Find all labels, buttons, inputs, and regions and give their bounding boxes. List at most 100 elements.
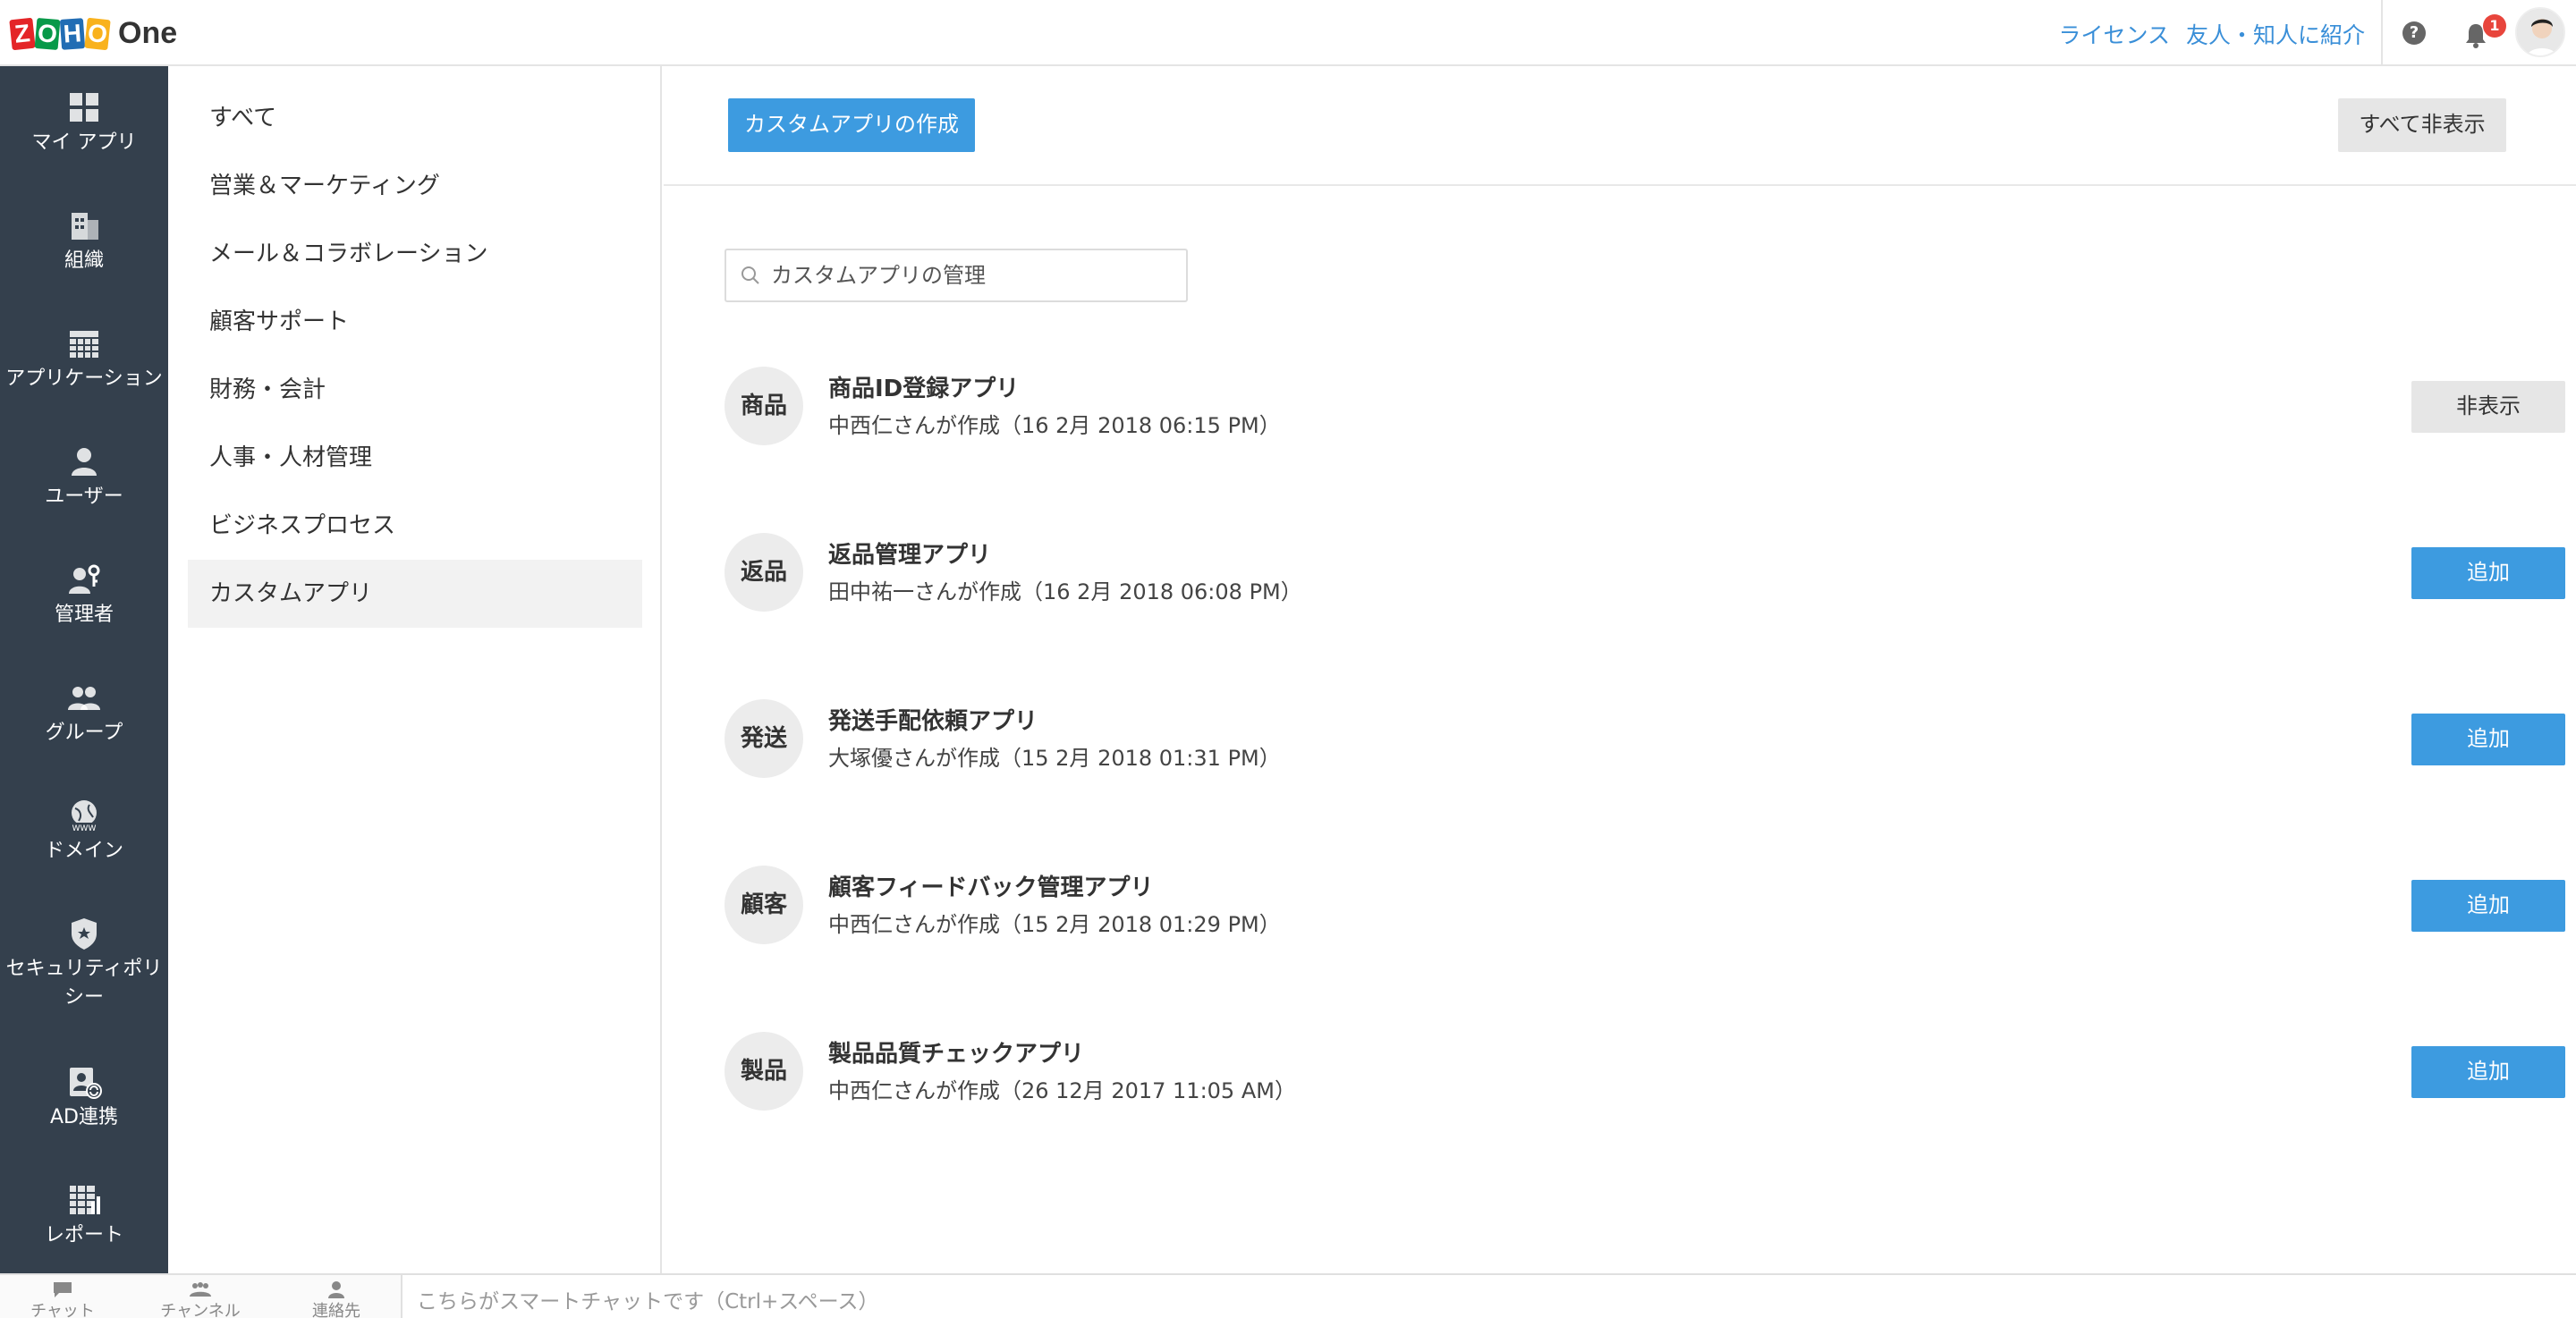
- chat-bar: チャット チャンネル 連絡先 こちらがスマートチャットです（Ctrl+スペース）: [0, 1273, 2576, 1318]
- group-icon: [68, 687, 100, 710]
- hide-all-button[interactable]: すべて非表示: [2338, 98, 2506, 152]
- logo-letter-o2: O: [84, 17, 111, 50]
- add-app-button[interactable]: 追加: [2411, 1046, 2565, 1098]
- channel-tab[interactable]: チャンネル: [147, 1275, 254, 1318]
- app-badge: 製品: [724, 1032, 803, 1111]
- nav-item-admins[interactable]: 管理者: [0, 562, 168, 629]
- svg-text:WWW: WWW: [72, 824, 97, 833]
- nav-label: AD連携: [50, 1106, 118, 1128]
- license-link[interactable]: ライセンス: [2058, 18, 2170, 50]
- nav-label: アプリケーション: [5, 368, 163, 390]
- top-divider: [2381, 0, 2383, 66]
- category-business-process[interactable]: ビジネスプロセス: [188, 492, 642, 560]
- nav-item-applications[interactable]: アプリケーション: [0, 325, 168, 393]
- search-input[interactable]: カスタムアプリの管理: [724, 249, 1188, 302]
- create-custom-app-button[interactable]: カスタムアプリの作成: [728, 98, 975, 152]
- app-name[interactable]: 製品品質チェックアプリ: [828, 1035, 1084, 1069]
- grid-icon: [70, 93, 98, 122]
- report-icon: [70, 1186, 100, 1214]
- app-name[interactable]: 発送手配依頼アプリ: [828, 703, 1038, 736]
- ad-sync-icon: [70, 1068, 102, 1099]
- category-all[interactable]: すべて: [188, 84, 642, 152]
- channel-group-icon: [190, 1282, 211, 1297]
- nav-label: 管理者: [54, 604, 114, 626]
- nav-item-security-policy[interactable]: セキュリティポリシー: [0, 916, 168, 1012]
- nav-label: マイ アプリ: [31, 131, 137, 154]
- main-content: カスタムアプリの作成 すべて非表示 カスタムアプリの管理 商品 商品ID登録アプ…: [664, 66, 2576, 1273]
- nav-item-organization[interactable]: 組織: [0, 207, 168, 275]
- hide-app-button[interactable]: 非表示: [2411, 381, 2565, 433]
- admin-key-icon: [69, 564, 100, 594]
- app-name[interactable]: 返品管理アプリ: [828, 536, 991, 570]
- contacts-tab-label: 連絡先: [312, 1302, 360, 1318]
- category-custom-apps[interactable]: カスタムアプリ: [188, 560, 642, 628]
- globe-www-icon: WWW: [72, 800, 97, 833]
- zoho-one-logo[interactable]: Z O H O One: [9, 16, 178, 51]
- avatar[interactable]: [2515, 7, 2565, 57]
- search-icon: [741, 266, 759, 284]
- category-finance[interactable]: 財務・会計: [188, 356, 642, 424]
- table-icon: [70, 331, 98, 358]
- nav-item-users[interactable]: ユーザー: [0, 444, 168, 511]
- nav-label: セキュリティポリシー: [5, 958, 163, 1009]
- top-links: ライセンス 友人・知人に紹介: [2058, 18, 2365, 50]
- list-item: 返品 返品管理アプリ 田中祐一さんが作成（16 2月 2018 06:08 PM…: [724, 528, 2565, 617]
- logo-letter-o1: O: [34, 17, 61, 50]
- category-panel: すべて 営業＆マーケティング メール＆コラボレーション 顧客サポート 財務・会計…: [168, 66, 662, 1273]
- nav-item-my-apps[interactable]: マイ アプリ: [0, 89, 168, 157]
- nav-label: 組織: [64, 249, 104, 272]
- contacts-tab[interactable]: 連絡先: [283, 1275, 390, 1318]
- main-header: カスタムアプリの作成 すべて非表示: [664, 66, 2576, 186]
- category-mail-collaboration[interactable]: メール＆コラボレーション: [188, 220, 642, 288]
- user-icon: [72, 448, 97, 476]
- app-badge: 商品: [724, 367, 803, 445]
- shield-star-icon: [72, 918, 97, 950]
- app-meta: 中西仁さんが作成（15 2月 2018 01:29 PM）: [828, 912, 1281, 937]
- logo-letter-h: H: [59, 17, 86, 50]
- app-name[interactable]: 商品ID登録アプリ: [828, 370, 1019, 403]
- chat-tab-label: チャット: [30, 1302, 95, 1318]
- smart-chat-placeholder: こちらがスマートチャットです（Ctrl+スペース）: [417, 1290, 879, 1314]
- category-hr[interactable]: 人事・人材管理: [188, 424, 642, 492]
- nav-label: レポート: [44, 1224, 123, 1246]
- nav-item-domains[interactable]: WWW ドメイン: [0, 798, 168, 866]
- smart-chat-input[interactable]: こちらがスマートチャットです（Ctrl+スペース）: [401, 1275, 2576, 1318]
- list-item: 製品 製品品質チェックアプリ 中西仁さんが作成（26 12月 2017 11:0…: [724, 1027, 2565, 1116]
- add-app-button[interactable]: 追加: [2411, 547, 2565, 599]
- app-badge: 発送: [724, 699, 803, 778]
- nav-item-groups[interactable]: グループ: [0, 680, 168, 748]
- nav-label: グループ: [45, 722, 123, 744]
- list-item: 発送 発送手配依頼アプリ 大塚優さんが作成（15 2月 2018 01:31 P…: [724, 694, 2565, 783]
- chat-bubble-icon: [54, 1282, 72, 1297]
- product-name: One: [118, 16, 178, 50]
- app-meta: 田中祐一さんが作成（16 2月 2018 06:08 PM）: [828, 579, 1302, 604]
- notification-badge: 1: [2483, 14, 2506, 38]
- channel-tab-label: チャンネル: [160, 1302, 241, 1318]
- list-item: 商品 商品ID登録アプリ 中西仁さんが作成（16 2月 2018 06:15 P…: [724, 361, 2565, 451]
- building-icon: [72, 213, 98, 240]
- app-name[interactable]: 顧客フィードバック管理アプリ: [828, 869, 1153, 902]
- help-icon[interactable]: ?: [2402, 21, 2426, 45]
- category-customer-support[interactable]: 顧客サポート: [188, 288, 642, 356]
- app-badge: 返品: [724, 533, 803, 612]
- avatar-photo-icon: [2517, 9, 2563, 55]
- app-meta: 中西仁さんが作成（16 2月 2018 06:15 PM）: [828, 413, 1281, 438]
- top-bar: Z O H O One ライセンス 友人・知人に紹介 ? 1: [0, 0, 2576, 66]
- refer-friend-link[interactable]: 友人・知人に紹介: [2186, 18, 2365, 50]
- chat-tab[interactable]: チャット: [9, 1275, 116, 1318]
- logo-letter-z: Z: [9, 17, 36, 50]
- search-placeholder: カスタムアプリの管理: [771, 263, 986, 288]
- app-meta: 中西仁さんが作成（26 12月 2017 11:05 AM）: [828, 1078, 1296, 1103]
- nav-item-ad-sync[interactable]: AD連携: [0, 1064, 168, 1132]
- nav-label: ドメイン: [44, 840, 123, 862]
- category-sales-marketing[interactable]: 営業＆マーケティング: [188, 152, 642, 220]
- add-app-button[interactable]: 追加: [2411, 880, 2565, 932]
- app-badge: 顧客: [724, 866, 803, 944]
- app-meta: 大塚優さんが作成（15 2月 2018 01:31 PM）: [828, 746, 1281, 771]
- nav-item-reports[interactable]: レポート: [0, 1182, 168, 1250]
- list-item: 顧客 顧客フィードバック管理アプリ 中西仁さんが作成（15 2月 2018 01…: [724, 860, 2565, 950]
- contact-person-icon: [328, 1281, 344, 1298]
- nav-label: ユーザー: [45, 486, 123, 508]
- add-app-button[interactable]: 追加: [2411, 714, 2565, 765]
- left-nav: マイ アプリ 組織 アプリケーション ユーザー 管理者 グループ WWW ドメイ…: [0, 66, 168, 1273]
